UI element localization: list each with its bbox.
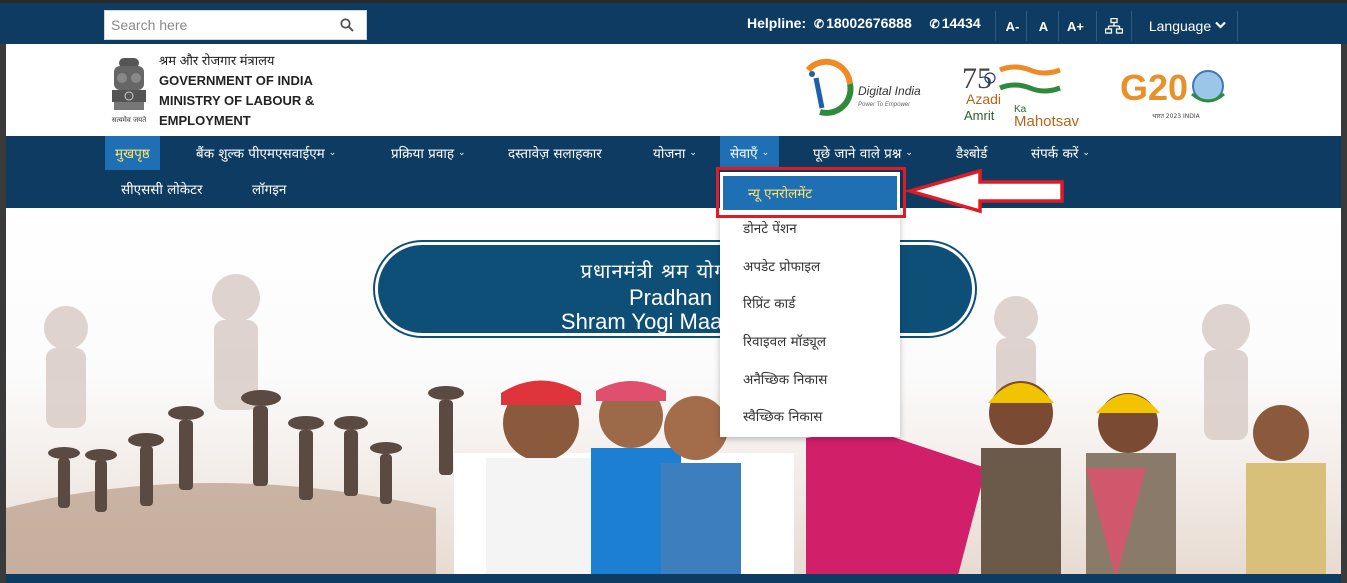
- helpline: Helpline: ✆ 18002676888 ✆ 14434: [747, 15, 981, 31]
- nav-item-label: संपर्क करें: [1031, 146, 1079, 162]
- phone-icon: ✆: [929, 17, 940, 31]
- helpline-phone-short[interactable]: 14434: [942, 15, 981, 31]
- search-input[interactable]: [105, 11, 325, 39]
- akam-amrit: Amrit: [964, 108, 995, 123]
- chevron-down-icon: ⌄: [328, 148, 337, 158]
- menu-item-update-profile[interactable]: अपडेट प्रोफाइल: [720, 248, 900, 284]
- language-label: Language: [1148, 18, 1212, 34]
- nav-item-document-advisor[interactable]: दस्तावेज़ सलाहकार: [498, 136, 612, 170]
- g20-logo[interactable]: G20 भारत 2023 INDIA: [1116, 60, 1236, 122]
- phone-icon: ✆: [814, 17, 825, 31]
- annotation-arrow-icon: [906, 168, 1064, 214]
- nav-item-label: मुखपृष्ठ: [115, 146, 150, 162]
- nav-item-home[interactable]: मुखपृष्ठ: [105, 136, 160, 170]
- nav-item-label: पूछे जाने वाले प्रश्न: [813, 146, 902, 162]
- font-normal-button[interactable]: A: [1026, 11, 1060, 41]
- ministry-line-2: MINISTRY OF LABOUR &: [159, 93, 315, 108]
- site-header: सत्यमेव जयते श्रम और रोजगार मंत्रालय GOV…: [6, 44, 1341, 136]
- language-selector[interactable]: Language: [1138, 11, 1238, 41]
- nav-item-dashboard[interactable]: डैश्बोर्ड: [946, 136, 997, 170]
- nav-item-process-flow[interactable]: प्रक्रिया प्रवाह ⌄: [381, 136, 476, 170]
- nav-item-label: डैश्बोर्ड: [956, 146, 988, 162]
- nav-item-faq[interactable]: पूछे जाने वाले प्रश्न ⌄: [803, 136, 923, 170]
- g20-text: G20: [1120, 67, 1188, 108]
- digital-india-title: Digital India: [858, 84, 921, 98]
- chevron-down-icon: [1215, 21, 1226, 32]
- menu-item-revival-module[interactable]: रिवाइवल मॉड्यूल: [720, 323, 900, 359]
- nav-item-label: बैंक शुल्क पीएमएसवाईएम: [196, 146, 325, 162]
- national-emblem-logo: सत्यमेव जयते: [112, 58, 147, 124]
- chevron-down-icon: ⌄: [689, 148, 697, 158]
- ministry-line-1: GOVERNMENT OF INDIA: [159, 73, 313, 88]
- digital-india-tagline: Power To Empower: [858, 102, 911, 108]
- nav-item-bank-charges[interactable]: बैंक शुल्क पीएमएसवाईएम ⌄: [186, 136, 346, 170]
- chevron-down-icon: ⌄: [458, 148, 466, 158]
- ministry-title[interactable]: श्रम और रोजगार मंत्रालय GOVERNMENT OF IN…: [159, 51, 314, 131]
- search-icon[interactable]: [340, 18, 354, 32]
- search-box: [104, 10, 367, 40]
- menu-item-reprint-card[interactable]: रिप्रिंट कार्ड: [720, 285, 900, 321]
- font-increase-button[interactable]: A+: [1058, 11, 1092, 41]
- digital-india-logo[interactable]: Digital India Power To Empower: [798, 58, 930, 118]
- nav-item-label: दस्तावेज़ सलाहकार: [508, 146, 602, 162]
- nav-item-login[interactable]: लॉगइन: [242, 172, 296, 206]
- font-decrease-button[interactable]: A-: [995, 11, 1029, 41]
- chevron-down-icon: ⌄: [761, 148, 770, 158]
- hero-bottom-band: [6, 574, 1341, 583]
- g20-caption: भारत 2023 INDIA: [1152, 113, 1200, 120]
- emblem-caption: सत्यमेव जयते: [112, 115, 147, 124]
- main-navigation: मुखपृष्ठ बैंक शुल्क पीएमएसवाईएम ⌄ प्रक्रि…: [6, 136, 1341, 208]
- ministry-name-hindi: श्रम और रोजगार मंत्रालय: [159, 53, 275, 68]
- nav-item-label: सेवाएँ: [730, 146, 758, 162]
- azadi-ka-amrit-mahotsav-logo[interactable]: 75 Azadi Ka Amrit Mahotsav: [956, 54, 1081, 128]
- menu-item-voluntary-exit[interactable]: स्वैच्छिक निकास: [720, 398, 900, 434]
- nav-item-contact-us[interactable]: संपर्क करें ⌄: [1021, 136, 1100, 170]
- hero-banner: प्रधानमंत्री श्रम योगी मान Pradhan Man S…: [6, 208, 1341, 583]
- nav-item-label: लॉगइन: [252, 182, 287, 198]
- nav-item-label: प्रक्रिया प्रवाह: [391, 146, 455, 162]
- nav-item-services[interactable]: सेवाएँ ⌄: [720, 136, 780, 170]
- chevron-down-icon: ⌄: [905, 148, 913, 158]
- helpline-phone-primary[interactable]: 18002676888: [826, 15, 912, 31]
- nav-item-csc-locator[interactable]: सीएससी लोकेटर: [111, 172, 212, 206]
- nav-item-scheme[interactable]: योजना ⌄: [643, 136, 707, 170]
- akam-mahotsav: Mahotsav: [1014, 113, 1080, 128]
- annotation-highlight-box: [716, 167, 906, 218]
- chevron-down-icon: ⌄: [1082, 148, 1090, 158]
- nav-item-label: योजना: [653, 146, 686, 162]
- akam-azadi: Azadi: [966, 91, 1001, 107]
- nav-item-label: सीएससी लोकेटर: [121, 182, 203, 198]
- menu-item-involuntary-exit[interactable]: अनैच्छिक निकास: [720, 361, 900, 397]
- helpline-label: Helpline:: [747, 15, 807, 31]
- top-utility-bar: Helpline: ✆18002676888 ✆14434 A- A A+ La…: [0, 0, 1347, 44]
- sitemap-icon[interactable]: [1096, 11, 1132, 41]
- ministry-line-3: EMPLOYMENT: [159, 113, 251, 128]
